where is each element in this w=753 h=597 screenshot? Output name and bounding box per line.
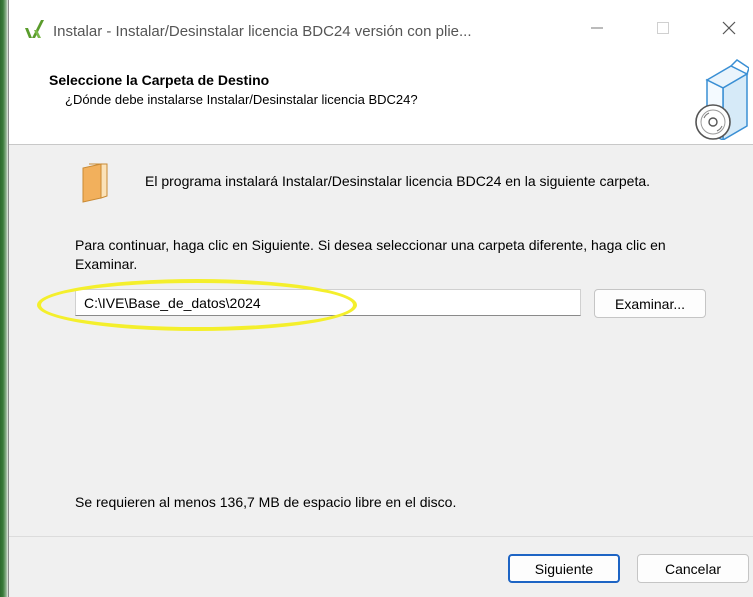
installer-logo-icon (25, 20, 44, 38)
disk-space-text: Se requieren al menos 136,7 MB de espaci… (75, 494, 457, 510)
browse-button[interactable]: Examinar... (594, 289, 706, 318)
instructions-text: Para continuar, haga clic en Siguiente. … (75, 237, 666, 272)
minimize-button[interactable] (575, 10, 619, 46)
folder-icon (82, 163, 108, 203)
installer-window: Instalar - Instalar/Desinstalar licencia… (8, 0, 753, 597)
cancel-button[interactable]: Cancelar (637, 554, 749, 583)
close-icon (722, 21, 736, 35)
software-box-cd-icon (695, 59, 749, 140)
destination-path-input[interactable] (75, 289, 581, 316)
minimize-icon (591, 27, 603, 29)
background-window-edge (0, 0, 8, 597)
wizard-header: Seleccione la Carpeta de Destino ¿Dónde … (9, 58, 753, 145)
maximize-icon (657, 22, 669, 34)
title-bar[interactable]: Instalar - Instalar/Desinstalar licencia… (9, 0, 753, 58)
window-title: Instalar - Instalar/Desinstalar licencia… (53, 23, 472, 40)
close-button[interactable] (707, 10, 751, 46)
next-button[interactable]: Siguiente (508, 554, 620, 583)
page-title: Seleccione la Carpeta de Destino (49, 72, 270, 88)
maximize-button[interactable] (641, 10, 685, 46)
footer-divider (9, 536, 753, 537)
page-subtitle: ¿Dónde debe instalarse Instalar/Desinsta… (65, 92, 418, 107)
destination-intro-text: El programa instalará Instalar/Desinstal… (145, 173, 651, 189)
